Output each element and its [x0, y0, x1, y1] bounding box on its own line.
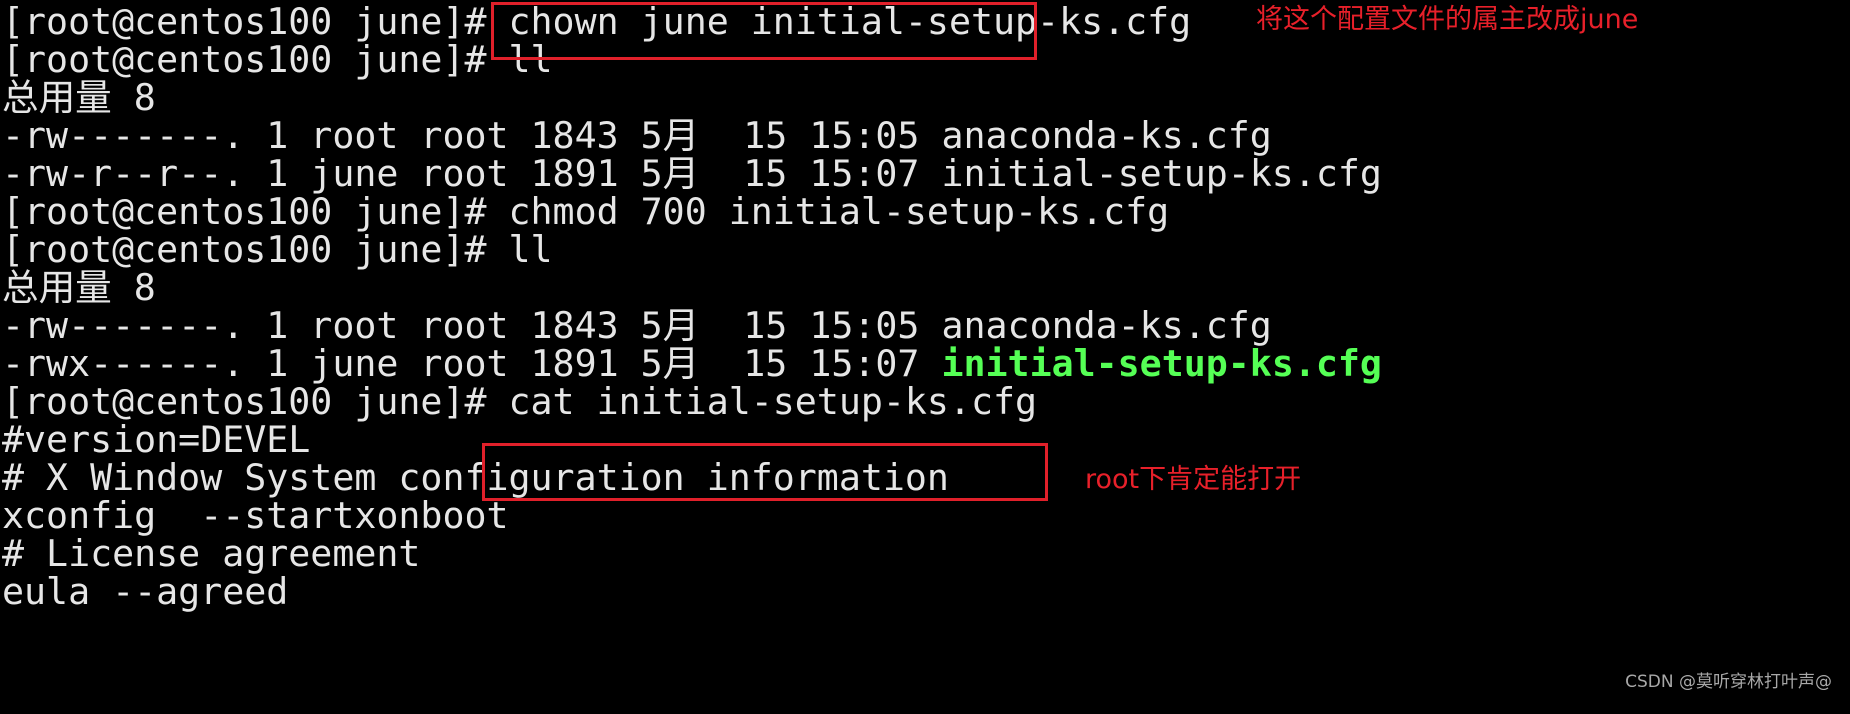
executable-filename: initial-setup-ks.cfg	[941, 342, 1382, 385]
terminal-window[interactable]: [root@centos100 june]# chown june initia…	[0, 0, 1850, 714]
command-text: chmod 700 initial-setup-ks.cfg	[508, 190, 1170, 233]
shell-prompt: [root@centos100 june]#	[2, 0, 509, 43]
cat-annotation: root下肯定能打开	[1085, 464, 1302, 495]
shell-prompt: [root@centos100 june]#	[2, 228, 509, 271]
cat-highlight-box	[482, 443, 1048, 501]
file-content-line: eula --agreed	[2, 570, 289, 613]
csdn-watermark: CSDN @莫听穿林打叶声@	[1625, 672, 1832, 692]
chown-annotation: 将这个配置文件的属主改成june	[1256, 4, 1639, 35]
shell-prompt: [root@centos100 june]#	[2, 190, 509, 233]
shell-prompt: [root@centos100 june]#	[2, 380, 509, 423]
command-text: ll	[508, 228, 553, 271]
chown-highlight-box	[491, 2, 1037, 60]
file-attributes: -rwx------. 1 june root 1891 5月 15 15:07	[2, 342, 942, 385]
command-text: cat initial-setup-ks.cfg	[508, 380, 1038, 423]
shell-prompt: [root@centos100 june]#	[2, 38, 509, 81]
